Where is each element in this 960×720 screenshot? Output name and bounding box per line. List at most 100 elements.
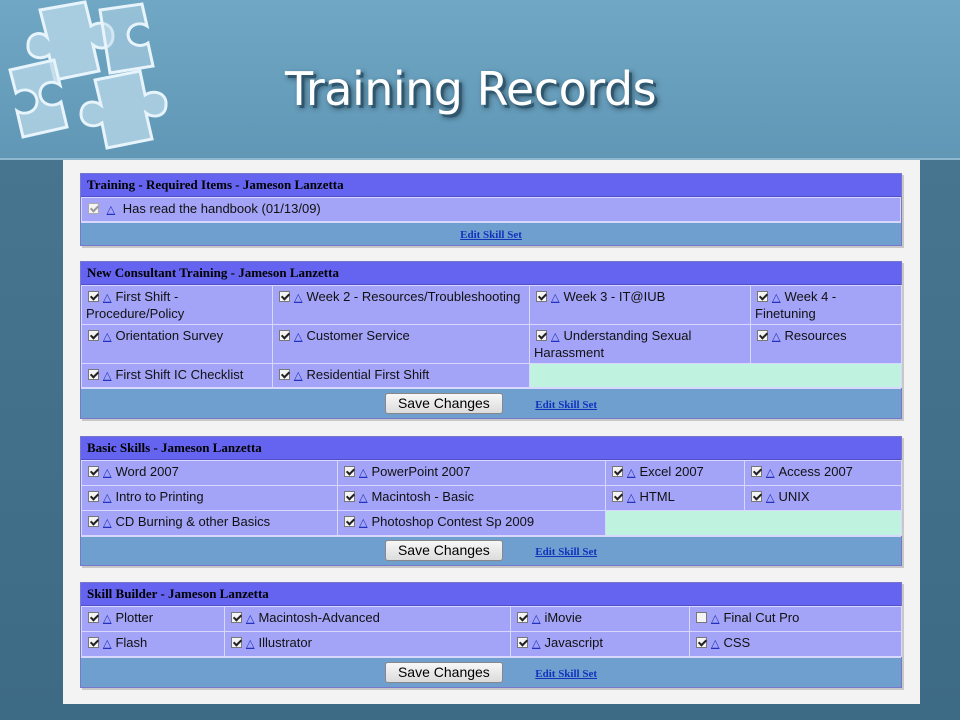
skill-cell: △ Final Cut Pro	[689, 606, 902, 632]
checkbox[interactable]	[279, 330, 290, 341]
skill-cell: △ Access 2007	[744, 460, 902, 486]
skill-label: Access 2007	[778, 464, 853, 479]
skill-label: Residential First Shift	[306, 367, 430, 382]
checkbox[interactable]	[88, 516, 99, 527]
edit-skill-set-link[interactable]: Edit Skill Set	[535, 399, 597, 411]
edit-skill-set-link[interactable]: Edit Skill Set	[460, 229, 522, 241]
triangle-icon[interactable]: △	[103, 369, 111, 384]
triangle-icon[interactable]: △	[359, 516, 367, 531]
triangle-icon[interactable]: △	[627, 466, 635, 481]
checkbox[interactable]	[612, 491, 623, 502]
save-changes-button[interactable]: Save Changes	[384, 392, 503, 414]
triangle-icon[interactable]: △	[103, 637, 111, 652]
triangle-icon[interactable]: △	[532, 612, 540, 627]
skill-cell: △ Excel 2007	[605, 460, 745, 486]
triangle-icon[interactable]: △	[294, 291, 302, 306]
checkbox[interactable]	[88, 466, 99, 477]
triangle-icon[interactable]: △	[103, 466, 111, 481]
skill-label: Plotter	[115, 610, 154, 625]
triangle-icon[interactable]: △	[103, 516, 111, 531]
skill-cell: △ First Shift - Procedure/Policy	[81, 285, 273, 325]
checkbox[interactable]	[344, 466, 355, 477]
skill-cell: △ Photoshop Contest Sp 2009	[337, 510, 606, 536]
checkbox[interactable]	[757, 291, 768, 302]
skill-cell: △ PowerPoint 2007	[337, 460, 606, 486]
checkbox[interactable]	[88, 330, 99, 341]
table-row: △ CD Burning & other Basics △ Photoshop Co…	[81, 510, 902, 536]
triangle-icon[interactable]: △	[766, 491, 774, 506]
empty-cell	[605, 510, 902, 536]
section-new-consultant-training: New Consultant Training - Jameson Lanzet…	[80, 261, 902, 419]
checkbox[interactable]	[757, 330, 768, 341]
skill-cell: △ Macintosh - Basic	[337, 485, 606, 511]
checkbox[interactable]	[612, 466, 623, 477]
checkbox[interactable]	[536, 291, 547, 302]
triangle-icon[interactable]: △	[103, 330, 111, 345]
checkbox[interactable]	[344, 491, 355, 502]
skills-table: △ Word 2007 △ PowerPoint 2007 △ Excel 2007 …	[81, 460, 902, 536]
triangle-icon[interactable]: △	[766, 466, 774, 481]
checkbox[interactable]	[88, 491, 99, 502]
triangle-icon[interactable]: △	[711, 637, 719, 652]
skill-label: Week 3 - IT@IUB	[563, 289, 666, 304]
checkbox[interactable]	[751, 466, 762, 477]
section-heading: Basic Skills - Jameson Lanzetta	[81, 437, 901, 460]
triangle-icon[interactable]: △	[551, 330, 559, 345]
skill-label: Resources	[784, 328, 847, 343]
checkbox[interactable]	[696, 612, 707, 623]
edit-skill-set-link[interactable]: Edit Skill Set	[535, 546, 597, 558]
triangle-icon[interactable]: △	[294, 330, 302, 345]
triangle-icon[interactable]: △	[246, 612, 254, 627]
checkbox[interactable]	[279, 291, 290, 302]
triangle-icon[interactable]: △	[711, 612, 719, 627]
skill-label: HTML	[639, 489, 675, 504]
save-changes-button[interactable]: Save Changes	[384, 539, 503, 561]
skill-cell: △ Resources	[750, 324, 902, 364]
skill-label: UNIX	[778, 489, 810, 504]
checkbox[interactable]	[696, 637, 707, 648]
triangle-icon[interactable]: △	[103, 491, 111, 506]
skill-label: iMovie	[544, 610, 583, 625]
triangle-icon[interactable]: △	[627, 491, 635, 506]
checkbox[interactable]	[751, 491, 762, 502]
skill-cell: △ Orientation Survey	[81, 324, 273, 364]
skill-label: Macintosh - Basic	[371, 489, 475, 504]
section-footer: Save Changes Edit Skill Set	[81, 657, 901, 687]
triangle-icon[interactable]: △	[772, 330, 780, 345]
checkbox[interactable]	[88, 291, 99, 302]
triangle-icon[interactable]: △	[103, 612, 111, 627]
triangle-icon[interactable]: △	[103, 291, 111, 306]
triangle-icon[interactable]: △	[532, 637, 540, 652]
save-changes-button[interactable]: Save Changes	[384, 661, 503, 683]
edit-skill-set-link[interactable]: Edit Skill Set	[535, 668, 597, 680]
skill-cell: △ Residential First Shift	[272, 363, 530, 388]
checkbox[interactable]	[517, 612, 528, 623]
skill-label: CSS	[723, 635, 751, 650]
checkbox[interactable]	[88, 203, 99, 214]
triangle-icon[interactable]: △	[551, 291, 559, 306]
checkbox[interactable]	[231, 612, 242, 623]
checkbox[interactable]	[517, 637, 528, 648]
checkbox[interactable]	[88, 637, 99, 648]
triangle-icon[interactable]: △	[107, 203, 115, 218]
triangle-icon[interactable]: △	[772, 291, 780, 306]
checkbox[interactable]	[536, 330, 547, 341]
section-heading: Skill Builder - Jameson Lanzetta	[81, 583, 901, 606]
skill-cell: △ Week 2 - Resources/Troubleshooting	[272, 285, 530, 325]
checkbox[interactable]	[88, 369, 99, 380]
triangle-icon[interactable]: △	[359, 466, 367, 481]
skill-cell: △ Week 3 - IT@IUB	[529, 285, 751, 325]
puzzle-pieces-icon	[8, 0, 168, 150]
checkbox[interactable]	[88, 612, 99, 623]
triangle-icon[interactable]: △	[246, 637, 254, 652]
checkbox[interactable]	[344, 516, 355, 527]
skill-label: Intro to Printing	[115, 489, 204, 504]
triangle-icon[interactable]: △	[294, 369, 302, 384]
table-row: △ Word 2007 △ PowerPoint 2007 △ Excel 2007 …	[81, 460, 902, 486]
skill-cell: △ First Shift IC Checklist	[81, 363, 273, 388]
checkbox[interactable]	[279, 369, 290, 380]
skill-label: Illustrator	[258, 635, 312, 650]
checkbox[interactable]	[231, 637, 242, 648]
skills-table: △ First Shift - Procedure/Policy △ Week 2 …	[81, 285, 902, 388]
triangle-icon[interactable]: △	[359, 491, 367, 506]
